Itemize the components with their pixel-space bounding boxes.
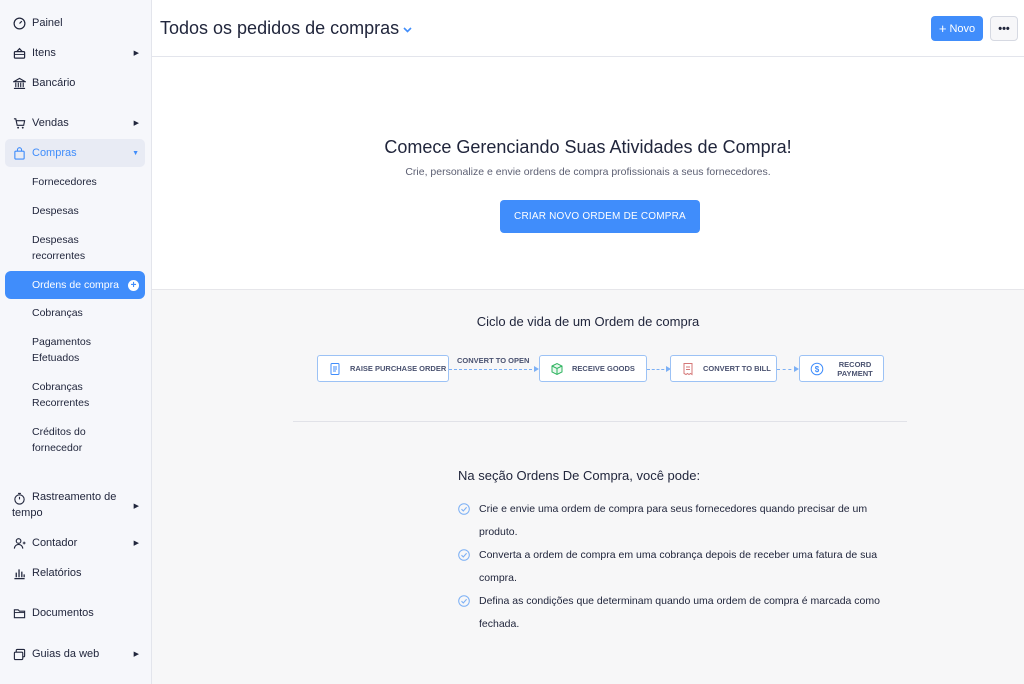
page-header: Todos os pedidos de compras + Novo •••: [152, 0, 1024, 57]
hero-title: Comece Gerenciando Suas Atividades de Co…: [384, 137, 792, 157]
bag-icon: [12, 146, 26, 160]
hero-subtitle: Crie, personalize e envie ordens de comp…: [405, 166, 771, 178]
sidebar-item-label: Documentos: [32, 607, 94, 619]
stage-record-payment: $ RECORD PAYMENT: [799, 355, 884, 382]
sidebar-item-vendas[interactable]: Vendas ▶: [5, 113, 145, 133]
caret-right-icon: ▶: [133, 50, 139, 57]
more-options-button[interactable]: •••: [990, 16, 1018, 41]
features-list: Crie e envie uma ordem de compra para se…: [458, 498, 888, 636]
bill-icon: [681, 362, 695, 376]
list-item: Crie e envie uma ordem de compra para se…: [458, 498, 888, 544]
document-icon: [328, 362, 342, 376]
caret-down-icon: ▼: [132, 149, 139, 157]
sidebar-item-label: Relatórios: [32, 567, 82, 579]
web-tabs-icon: [12, 647, 26, 661]
flow-arrow: [449, 366, 539, 372]
package-icon: [550, 362, 564, 376]
sidebar-subitem-cobrancas[interactable]: Cobranças: [5, 305, 145, 321]
list-item: Converta a ordem de compra em uma cobran…: [458, 544, 888, 590]
empty-state-hero: Comece Gerenciando Suas Atividades de Co…: [152, 57, 1024, 290]
list-item: Defina as condições que determinam quand…: [458, 590, 888, 636]
sidebar-item-label: Guias da web: [32, 648, 100, 660]
sidebar-item-label: Painel: [32, 17, 63, 29]
stage-receive-goods: RECEIVE GOODS: [539, 355, 647, 382]
check-circle-icon: [458, 549, 470, 561]
sidebar-item-label: Contador: [32, 537, 78, 549]
sidebar-subitem-ordens-de-compra[interactable]: Ordens de compra +: [5, 271, 145, 299]
sidebar-item-documentos[interactable]: Documentos: [5, 603, 145, 623]
sidebar-subitem-despesas[interactable]: Despesas: [5, 203, 145, 219]
caret-right-icon: ▶: [133, 540, 139, 547]
sidebar-item-itens[interactable]: Itens ▶: [5, 43, 145, 63]
dashboard-icon: [12, 16, 26, 30]
features-title: Na seção Ordens De Compra, você pode:: [458, 468, 701, 483]
sidebar-item-label: Vendas: [32, 117, 69, 129]
cart-icon: [12, 116, 26, 130]
bank-icon: [12, 76, 26, 90]
sidebar-item-label: Rastreamento de tempo: [12, 491, 117, 519]
caret-right-icon: ▶: [133, 651, 139, 658]
info-section: Ciclo de vida de um Ordem de compra RAIS…: [152, 290, 1024, 684]
basket-icon: [12, 46, 26, 60]
sidebar-subitem-despesas-recorrentes[interactable]: Despesas recorrentes: [5, 232, 115, 264]
svg-text:$: $: [815, 365, 820, 374]
sidebar-subitem-pagamentos-efetuados[interactable]: Pagamentos Efetuados: [5, 334, 115, 366]
sidebar-item-label: Bancário: [32, 77, 76, 89]
sidebar-item-guias-da-web[interactable]: Guias da web ▶: [5, 644, 145, 664]
sidebar-item-compras[interactable]: Compras ▼: [5, 139, 145, 167]
sidebar-subitem-fornecedores[interactable]: Fornecedores: [5, 174, 145, 190]
lifecycle-flow: RAISE PURCHASE ORDER CONVERT TO OPEN REC…: [152, 290, 1024, 420]
sidebar: Painel Itens ▶ Bancário Vendas ▶ Compras…: [0, 0, 152, 684]
check-circle-icon: [458, 595, 470, 607]
stage-convert-to-bill: CONVERT TO BILL: [670, 355, 777, 382]
sidebar-item-painel[interactable]: Painel: [5, 13, 145, 33]
new-button-label: Novo: [949, 22, 976, 35]
sidebar-item-rastreamento-de-tempo[interactable]: Rastreamento de tempo ▶: [5, 489, 145, 523]
sidebar-item-bancario[interactable]: Bancário: [5, 73, 145, 93]
payment-icon: $: [810, 362, 824, 376]
caret-right-icon: ▶: [133, 503, 139, 510]
check-circle-icon: [458, 503, 470, 515]
sidebar-subitem-creditos-do-fornecedor[interactable]: Créditos do fornecedor: [5, 424, 105, 456]
caret-right-icon: ▶: [133, 120, 139, 127]
page-title: Todos os pedidos de compras: [160, 18, 400, 38]
add-circle-icon[interactable]: +: [128, 279, 139, 291]
divider: [293, 421, 907, 422]
folder-icon: [12, 606, 26, 620]
sidebar-item-relatorios[interactable]: Relatórios: [5, 563, 145, 583]
create-purchase-order-button[interactable]: CRIAR NOVO ORDEM DE COMPRA: [500, 200, 700, 233]
new-button[interactable]: + Novo: [931, 16, 983, 41]
accountant-icon: [12, 536, 26, 550]
sidebar-item-label: Itens: [32, 47, 56, 59]
flow-arrow: [647, 366, 671, 372]
stage-raise-purchase-order: RAISE PURCHASE ORDER: [317, 355, 449, 382]
plus-icon: +: [938, 21, 947, 36]
flow-arrow: [777, 366, 799, 372]
sidebar-subitem-label: Ordens de compra: [32, 279, 119, 291]
sidebar-item-contador[interactable]: Contador ▶: [5, 533, 145, 553]
reports-icon: [12, 566, 26, 580]
transition-label: CONVERT TO OPEN: [457, 356, 530, 365]
sidebar-subitem-cobrancas-recorrentes[interactable]: Cobranças Recorrentes: [5, 379, 115, 411]
more-icon: •••: [998, 22, 1010, 35]
chevron-down-icon: [403, 25, 412, 36]
sidebar-item-label: Compras: [32, 147, 77, 159]
page-title-dropdown[interactable]: Todos os pedidos de compras: [160, 18, 412, 39]
